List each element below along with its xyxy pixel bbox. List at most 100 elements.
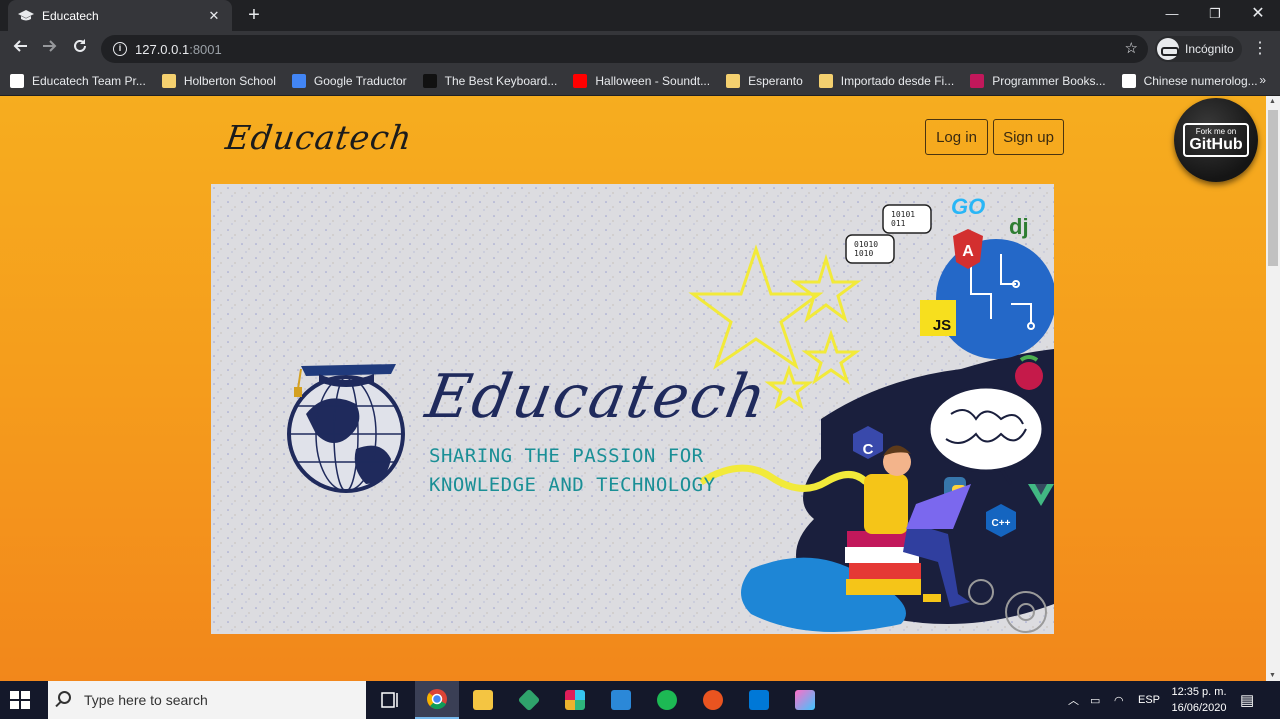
- bookmark-label: Google Traductor: [313, 74, 407, 88]
- programmer-books-icon: [970, 74, 985, 88]
- bookmark-item[interactable]: Educatech Team Pr...: [10, 74, 146, 88]
- clock-time: 12:35 p. m.: [1171, 686, 1227, 698]
- svg-text:10101: 10101: [891, 210, 915, 219]
- reload-icon[interactable]: [69, 38, 91, 60]
- bookmark-label: Esperanto: [748, 74, 803, 88]
- windows-start-icon[interactable]: [10, 691, 30, 709]
- git-kraken-icon[interactable]: [507, 681, 551, 719]
- bookmark-label: The Best Keyboard...: [444, 74, 558, 88]
- bookmark-item[interactable]: Halloween - Soundt...: [573, 74, 710, 88]
- taskbar-clock[interactable]: 12:35 p. m. 16/06/2020: [1166, 684, 1232, 716]
- chrome-taskbar-icon[interactable]: [415, 681, 459, 719]
- svg-text:01010: 01010: [854, 240, 878, 249]
- info-icon[interactable]: i: [113, 42, 127, 56]
- windows-taskbar: Type here to search ︿ ▭ ◠ ESP 12:35 p. m…: [0, 681, 1280, 719]
- bookmark-label: Programmer Books...: [992, 74, 1106, 88]
- svg-text:C: C: [863, 441, 874, 458]
- search-icon: [58, 691, 71, 704]
- scroll-up-icon[interactable]: ▲: [1269, 98, 1276, 105]
- bookmark-item[interactable]: Programmer Books...: [970, 74, 1106, 88]
- tab-strip: Educatech ✕ + — ❐ ✕: [0, 0, 1280, 31]
- svg-text:JS: JS: [933, 317, 951, 334]
- bookmark-item[interactable]: Esperanto: [726, 74, 803, 88]
- bookmark-item[interactable]: Google Traductor: [291, 74, 407, 88]
- htg-icon: [422, 74, 437, 88]
- taskbar-search-box[interactable]: Type here to search: [48, 681, 366, 719]
- notifications-icon[interactable]: ▤: [1240, 681, 1254, 719]
- tray-chevron-icon[interactable]: ︿: [1068, 681, 1079, 719]
- django-logo: dj: [1009, 214, 1029, 239]
- trello-icon: [10, 74, 24, 88]
- signup-button[interactable]: Sign up: [993, 119, 1064, 155]
- raspberry-pi-icon: [1015, 362, 1043, 390]
- github-badge-small: Fork me on: [1195, 127, 1237, 136]
- svg-text:C++: C++: [992, 518, 1011, 529]
- hero-subtitle: SHARING THE PASSION FOR KNOWLEDGE AND TE…: [429, 442, 716, 500]
- taskbar-search-placeholder: Type here to search: [84, 692, 208, 708]
- tab-title: Educatech: [42, 8, 99, 23]
- hero-title: Educatech: [420, 362, 774, 432]
- svg-text:011: 011: [891, 219, 906, 228]
- graduation-cap-icon: [18, 9, 34, 23]
- bookmark-item[interactable]: The Best Keyboard...: [422, 74, 558, 88]
- battery-icon[interactable]: ▭: [1090, 681, 1100, 719]
- page-scrollbar[interactable]: ▲ ▼: [1266, 96, 1280, 681]
- bookmark-item[interactable]: Importado desde Fi...: [818, 74, 955, 88]
- github-badge-big: GitHub: [1189, 136, 1243, 153]
- new-tab-button[interactable]: +: [243, 4, 265, 26]
- bookmark-label: Chinese numerolog...: [1143, 74, 1258, 88]
- remote-desktop-icon[interactable]: [599, 681, 643, 719]
- close-window-icon[interactable]: ✕: [1246, 4, 1270, 24]
- browser-toolbar: i 127.0.0.1:8001 ☆ Incógnito ⋮: [0, 31, 1280, 67]
- youtube-icon: [573, 74, 588, 88]
- forward-icon[interactable]: [39, 38, 61, 60]
- incognito-label: Incógnito: [1185, 42, 1234, 56]
- address-bar[interactable]: i 127.0.0.1:8001 ☆: [101, 35, 1148, 63]
- svg-text:1010: 1010: [854, 249, 873, 258]
- scrollbar-thumb[interactable]: [1268, 110, 1278, 266]
- hero-subtitle-line2: KNOWLEDGE AND TECHNOLOGY: [429, 474, 716, 496]
- google-translate-icon: [291, 74, 306, 88]
- file-explorer-icon[interactable]: [461, 681, 505, 719]
- bookmark-item[interactable]: Chinese numerolog...: [1121, 74, 1258, 88]
- bookmark-label: Importado desde Fi...: [840, 74, 955, 88]
- bookmarks-more-icon[interactable]: »: [1259, 73, 1266, 87]
- fork-me-on-github-badge[interactable]: Fork me on GitHub: [1174, 98, 1258, 182]
- wikipedia-icon: [1121, 74, 1136, 88]
- page-viewport: Educatech Log in Sign up Fork me on GitH…: [0, 96, 1266, 681]
- vscode-icon[interactable]: [737, 681, 781, 719]
- bookmark-label: Holberton School: [183, 74, 276, 88]
- menu-kebab-icon[interactable]: ⋮: [1252, 38, 1268, 58]
- site-logo[interactable]: Educatech: [223, 118, 415, 157]
- folder-icon: [161, 74, 176, 88]
- bookmark-item[interactable]: Holberton School: [161, 74, 276, 88]
- wifi-icon[interactable]: ◠: [1114, 681, 1124, 719]
- task-view-icon[interactable]: [368, 681, 412, 719]
- spotify-icon[interactable]: [645, 681, 689, 719]
- folder-icon: [726, 74, 741, 88]
- hero-subtitle-line1: SHARING THE PASSION FOR: [429, 445, 704, 467]
- incognito-icon: [1157, 38, 1179, 60]
- close-tab-icon[interactable]: ✕: [206, 8, 222, 24]
- ubuntu-icon[interactable]: [691, 681, 735, 719]
- app-taskbar-icon[interactable]: [783, 681, 827, 719]
- folder-icon: [818, 74, 833, 88]
- go-logo: GO: [951, 194, 985, 219]
- browser-tab[interactable]: Educatech ✕: [8, 0, 232, 31]
- back-icon[interactable]: [9, 38, 31, 60]
- bookmark-label: Halloween - Soundt...: [595, 74, 711, 88]
- incognito-badge[interactable]: Incógnito: [1155, 36, 1242, 62]
- hero-banner: A JS GO dj 10101 011 01010 1010 C C++ Ed…: [211, 184, 1054, 634]
- url-host: 127.0.0.1: [135, 41, 190, 57]
- url-port: :8001: [189, 41, 222, 57]
- bookmark-star-icon[interactable]: ☆: [1125, 39, 1138, 57]
- bookmarks-bar: Educatech Team Pr... Holberton School Goog…: [0, 67, 1280, 96]
- restore-icon[interactable]: ❐: [1203, 4, 1227, 24]
- svg-text:A: A: [962, 243, 974, 260]
- login-button[interactable]: Log in: [925, 119, 988, 155]
- language-indicator[interactable]: ESP: [1138, 681, 1160, 719]
- slack-icon[interactable]: [553, 681, 597, 719]
- clock-date: 16/06/2020: [1171, 702, 1227, 714]
- scroll-down-icon[interactable]: ▼: [1269, 672, 1276, 679]
- minimize-icon[interactable]: —: [1160, 4, 1184, 24]
